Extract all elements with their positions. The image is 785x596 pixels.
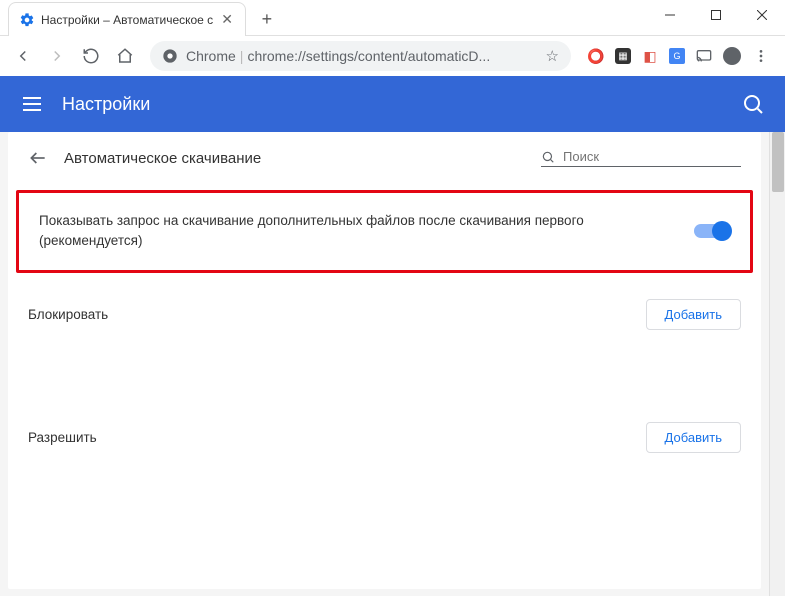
page-subtitle: Автоматическое скачивание [64, 150, 525, 167]
window-controls [647, 0, 785, 30]
back-arrow-icon[interactable] [28, 148, 48, 168]
block-label: Блокировать [28, 307, 646, 322]
browser-tab[interactable]: Настройки – Автоматическое с ✕ [8, 2, 246, 36]
tab-title: Настройки – Автоматическое с [41, 13, 213, 27]
profile-icon[interactable] [723, 47, 741, 65]
forward-button[interactable] [42, 41, 72, 71]
extension-icon-4[interactable]: G [669, 48, 685, 64]
search-icon[interactable] [741, 92, 765, 116]
extension-icon-3[interactable]: ◧ [641, 47, 659, 65]
main-toggle-label: Показывать запрос на скачивание дополнит… [39, 211, 694, 252]
add-allow-button[interactable]: Добавить [646, 422, 741, 453]
scrollbar[interactable] [769, 132, 785, 596]
magnifier-icon [541, 150, 555, 164]
block-section: Блокировать Добавить [8, 283, 761, 346]
settings-header: Настройки [0, 76, 785, 132]
back-button[interactable] [8, 41, 38, 71]
maximize-button[interactable] [693, 0, 739, 30]
extension-icon-1[interactable]: ⭕ [587, 47, 605, 65]
address-bar[interactable]: Chrome | chrome://settings/content/autom… [150, 41, 571, 71]
window-titlebar: Настройки – Автоматическое с ✕ + [0, 0, 785, 36]
menu-button[interactable] [751, 41, 771, 71]
settings-content: Автоматическое скачивание Показывать зап… [0, 132, 769, 596]
allow-label: Разрешить [28, 430, 646, 445]
scrollbar-thumb[interactable] [772, 132, 784, 192]
reload-button[interactable] [76, 41, 106, 71]
add-block-button[interactable]: Добавить [646, 299, 741, 330]
toggle-knob [712, 221, 732, 241]
minimize-button[interactable] [647, 0, 693, 30]
browser-toolbar: Chrome | chrome://settings/content/autom… [0, 36, 785, 76]
new-tab-button[interactable]: + [252, 4, 282, 34]
home-button[interactable] [110, 41, 140, 71]
main-toggle-row: Показывать запрос на скачивание дополнит… [16, 190, 753, 273]
main-toggle-switch[interactable] [694, 224, 730, 238]
allow-section: Разрешить Добавить [8, 406, 761, 469]
hamburger-icon[interactable] [20, 92, 62, 116]
cast-icon[interactable] [695, 47, 713, 65]
omnibox-label: Chrome [186, 48, 236, 64]
header-title: Настройки [62, 94, 741, 115]
close-window-button[interactable] [739, 0, 785, 30]
bookmark-star-icon[interactable]: ☆ [546, 47, 559, 65]
tab-close-icon[interactable]: ✕ [219, 11, 235, 28]
chrome-icon [162, 48, 178, 64]
extension-icons: ⭕ ▦ ◧ G [581, 41, 777, 71]
content-search-box[interactable] [541, 149, 741, 167]
gear-icon [19, 12, 35, 28]
omnibox-url: chrome://settings/content/automaticD... [247, 48, 490, 64]
page-subheader: Автоматическое скачивание [8, 132, 761, 180]
omnibox-text: Chrome | chrome://settings/content/autom… [186, 48, 538, 64]
content-search-input[interactable] [563, 149, 723, 164]
extension-icon-2[interactable]: ▦ [615, 48, 631, 64]
